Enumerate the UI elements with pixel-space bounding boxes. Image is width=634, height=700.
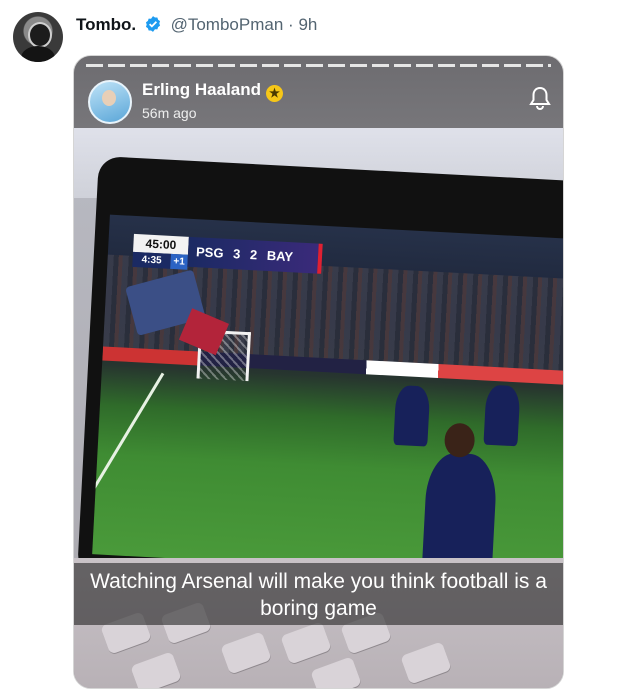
- author-avatar[interactable]: [13, 12, 63, 62]
- tablet-screen: 45:00 4:35 +1 PSG 3 2 BAY: [92, 214, 563, 580]
- snap-time: 56m ago: [142, 105, 197, 121]
- added-plus: +1: [170, 253, 188, 270]
- meta-separator: ·: [288, 15, 294, 34]
- added-time: 4:35: [132, 251, 171, 269]
- verified-badge-icon: [144, 15, 162, 38]
- avatar-face: [28, 22, 52, 48]
- tweet-time[interactable]: 9h: [298, 15, 317, 34]
- avatar-body: [21, 46, 55, 62]
- player-figure: [393, 384, 431, 447]
- player-head: [443, 422, 476, 459]
- story-progress-bar: [86, 64, 551, 67]
- home-score: 3: [232, 246, 241, 262]
- snap-user-name[interactable]: Erling Haaland ★: [142, 80, 284, 102]
- keyboard-key: [220, 631, 272, 675]
- player-figure: [421, 451, 498, 576]
- scoreboard: 45:00 4:35 +1 PSG 3 2 BAY: [132, 233, 323, 274]
- tablet-device: 45:00 4:35 +1 PSG 3 2 BAY: [77, 156, 563, 603]
- keyboard-key: [400, 641, 452, 685]
- away-team: BAY: [266, 247, 294, 265]
- home-team: PSG: [195, 244, 224, 261]
- snap-header: Erling Haaland ★ 56m ago: [74, 56, 563, 128]
- pitch-line: [92, 372, 165, 563]
- keyboard-key: [130, 651, 182, 688]
- snap-user-avatar[interactable]: [88, 80, 132, 124]
- away-score: 2: [249, 247, 258, 263]
- keyboard-key: [310, 656, 362, 688]
- keyboard-key: [280, 621, 332, 665]
- snap-caption: Watching Arsenal will make you think foo…: [74, 563, 563, 625]
- embedded-snap-image[interactable]: 45:00 4:35 +1 PSG 3 2 BAY Erling Haaland…: [73, 55, 564, 689]
- bell-icon[interactable]: [529, 86, 551, 115]
- tweet-header: Tombo. @TomboPman · 9h: [76, 15, 317, 38]
- star-badge-icon: ★: [266, 85, 284, 102]
- author-name[interactable]: Tombo.: [76, 15, 136, 34]
- author-handle[interactable]: @TomboPman: [171, 15, 284, 34]
- player-figure: [483, 384, 521, 447]
